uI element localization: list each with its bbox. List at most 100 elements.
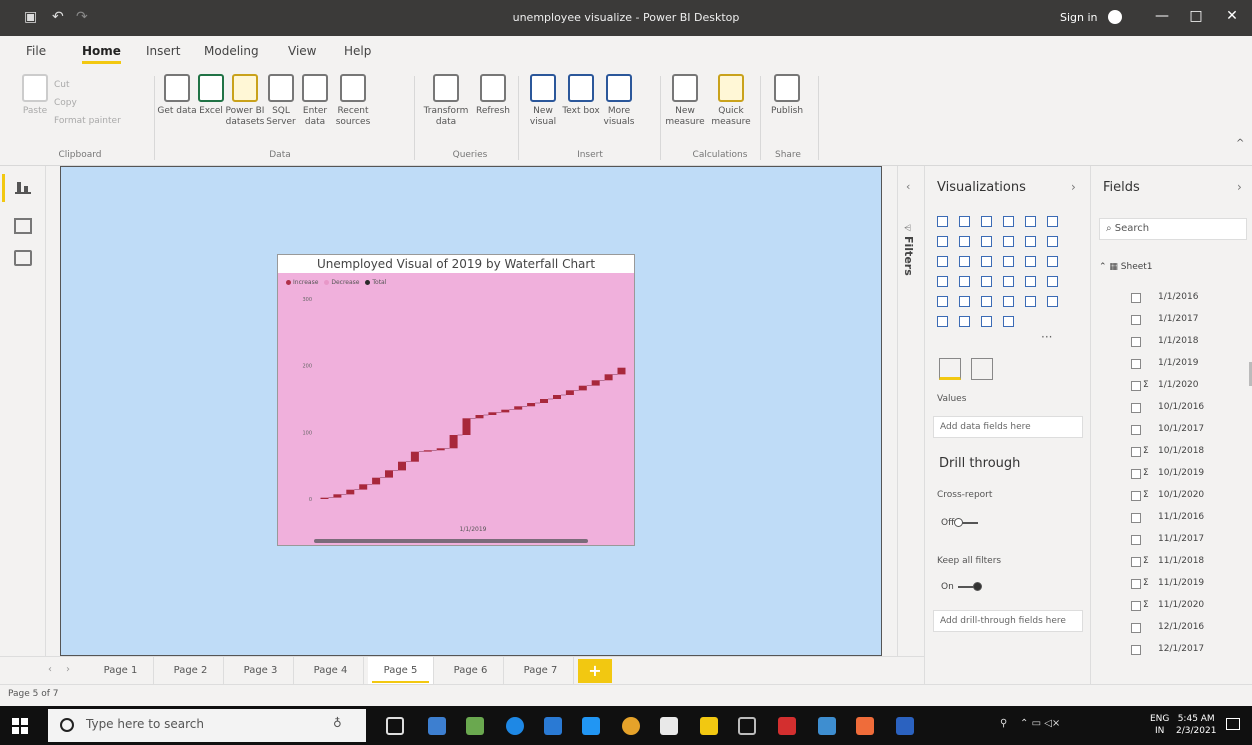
filters-pane-collapsed[interactable]: ‹ ⩤ Filters (897, 166, 923, 684)
visual-type-icon[interactable] (981, 216, 992, 227)
sign-in-link[interactable]: Sign in (1060, 11, 1098, 24)
waterfall-bar[interactable] (398, 461, 406, 471)
waterfall-bar[interactable] (578, 385, 587, 391)
waterfall-bar[interactable] (540, 399, 548, 403)
waterfall-bar[interactable] (488, 412, 497, 415)
field-checkbox[interactable] (1131, 623, 1141, 633)
chrome-icon[interactable] (622, 717, 640, 735)
visual-type-icon[interactable] (937, 296, 948, 307)
values-drop-zone[interactable]: Add data fields here (933, 416, 1083, 438)
visual-type-icon[interactable] (1025, 256, 1036, 267)
prev-page-icon[interactable]: ‹ (48, 664, 52, 675)
field-checkbox[interactable] (1131, 579, 1141, 589)
waterfall-bar[interactable] (372, 477, 381, 485)
visual-type-icon[interactable] (1003, 316, 1014, 327)
app-icon[interactable] (582, 717, 600, 735)
visual-type-icon[interactable] (1025, 276, 1036, 287)
microphone-icon[interactable]: ♁ (333, 716, 342, 730)
visual-type-icon[interactable] (1025, 296, 1036, 307)
page-tab-2[interactable]: Page 2 (158, 657, 224, 685)
cross-report-toggle[interactable]: Off (941, 517, 979, 528)
taskbar-search-input[interactable]: Type here to search (48, 709, 366, 742)
word-icon[interactable] (896, 717, 914, 735)
model-view-icon[interactable] (14, 250, 32, 266)
waterfall-bar[interactable] (423, 450, 432, 452)
table-node-sheet1[interactable]: ⌃ ▦ Sheet1 (1099, 262, 1153, 272)
avatar[interactable] (1108, 10, 1122, 24)
field-checkbox[interactable] (1131, 315, 1141, 325)
text-box-button[interactable]: Text box (560, 74, 602, 117)
publish-button[interactable]: Publish (766, 74, 808, 117)
waterfall-bar[interactable] (565, 390, 574, 395)
visual-type-icon[interactable] (959, 216, 970, 227)
visual-type-icon[interactable] (1025, 236, 1036, 247)
field-checkbox[interactable] (1131, 557, 1141, 567)
waterfall-bar[interactable] (591, 380, 600, 386)
quick-measure-button[interactable]: Quick measure (710, 74, 752, 128)
field-checkbox[interactable] (1131, 293, 1141, 303)
page-tab-7[interactable]: Page 7 (508, 657, 574, 685)
fields-search-input[interactable]: ⌕ Search (1099, 218, 1247, 240)
visual-type-icon[interactable] (981, 236, 992, 247)
close-button[interactable]: ✕ (1220, 8, 1244, 24)
visual-type-icon[interactable] (981, 256, 992, 267)
waterfall-bar[interactable] (604, 374, 613, 381)
waterfall-bar[interactable] (449, 435, 458, 449)
menu-tab-help[interactable]: Help (344, 44, 371, 58)
menu-tab-view[interactable]: View (288, 44, 316, 58)
visual-type-icon[interactable] (937, 236, 948, 247)
notification-icon[interactable] (1226, 718, 1240, 730)
menu-tab-home[interactable]: Home (82, 44, 121, 64)
visual-type-icon[interactable] (937, 256, 948, 267)
collapse-fields-icon[interactable]: › (1237, 180, 1242, 194)
power-bi-icon[interactable] (700, 717, 718, 735)
visual-type-icon[interactable] (981, 316, 992, 327)
menu-tab-insert[interactable]: Insert (146, 44, 180, 58)
drill-through-drop-zone[interactable]: Add drill-through fields here (933, 610, 1083, 632)
waterfall-bar[interactable] (320, 497, 329, 499)
copy-button[interactable]: Copy (54, 98, 144, 109)
visual-type-icon[interactable] (981, 296, 992, 307)
chart-scrollbar[interactable] (314, 539, 588, 543)
field-checkbox[interactable] (1131, 645, 1141, 655)
visual-type-icon[interactable] (959, 276, 970, 287)
visual-type-icon[interactable] (1025, 216, 1036, 227)
system-tray-icons[interactable]: ⚲ ⌃ ▭ ◁× (1000, 718, 1060, 729)
field-checkbox[interactable] (1131, 469, 1141, 479)
visual-type-icon[interactable] (959, 296, 970, 307)
page-tab-1[interactable]: Page 1 (88, 657, 154, 685)
waterfall-bar[interactable] (514, 406, 523, 410)
collapse-visualizations-icon[interactable]: › (1071, 180, 1076, 194)
visual-type-icon[interactable] (981, 276, 992, 287)
visual-type-icon[interactable] (959, 256, 970, 267)
waterfall-visual[interactable]: Unemployed Visual of 2019 by Waterfall C… (277, 254, 635, 546)
menu-tab-modeling[interactable]: Modeling (204, 44, 259, 58)
visual-type-icon[interactable] (1047, 216, 1058, 227)
field-checkbox[interactable] (1131, 491, 1141, 501)
waterfall-bar[interactable] (410, 451, 419, 462)
field-checkbox[interactable] (1131, 447, 1141, 457)
waterfall-bar[interactable] (333, 494, 342, 498)
more-visuals-button[interactable]: More visuals (598, 74, 640, 128)
visual-type-icon[interactable] (1003, 296, 1014, 307)
visual-type-icon[interactable] (959, 236, 970, 247)
field-checkbox[interactable] (1131, 359, 1141, 369)
transform-data-button[interactable]: Transform data (422, 74, 470, 128)
clock[interactable]: 5:45 AM 2/3/2021 (1176, 713, 1216, 737)
menu-tab-file[interactable]: File (26, 44, 46, 58)
waterfall-bar[interactable] (617, 367, 626, 375)
visual-type-icon[interactable] (937, 316, 948, 327)
new-measure-button[interactable]: New measure (664, 74, 706, 128)
waterfall-bar[interactable] (553, 395, 561, 399)
data-view-icon[interactable] (14, 218, 32, 234)
app-icon[interactable] (466, 717, 484, 735)
visual-type-icon[interactable] (1047, 276, 1058, 287)
visual-type-icon[interactable] (1003, 216, 1014, 227)
vscode-icon[interactable] (544, 717, 562, 735)
new-visual-button[interactable]: New visual (522, 74, 564, 128)
page-tab-4[interactable]: Page 4 (298, 657, 364, 685)
visual-type-icon[interactable] (937, 276, 948, 287)
waterfall-bar[interactable] (436, 448, 445, 451)
collapse-ribbon-icon[interactable]: ^ (1236, 138, 1244, 149)
field-checkbox[interactable] (1131, 337, 1141, 347)
